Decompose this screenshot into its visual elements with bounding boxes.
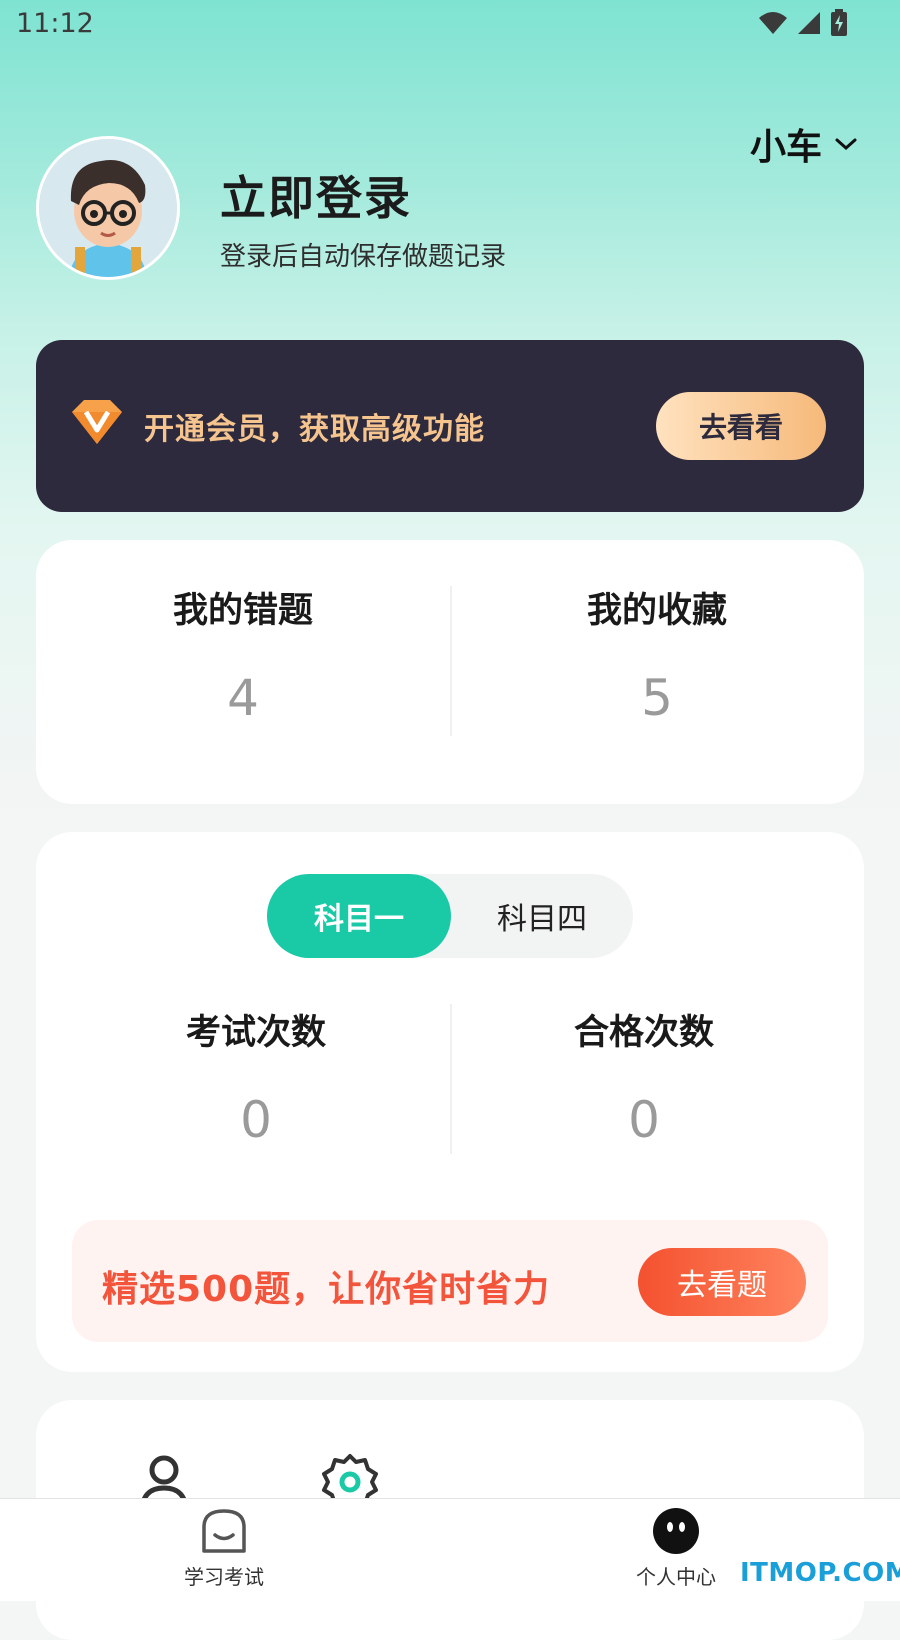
- vip-banner-text: 开通会员，获取高级功能: [144, 412, 485, 447]
- nav-item-personal-center[interactable]: 个人中心: [596, 1507, 756, 1590]
- promo-text: 精选500题，让你省时省力: [102, 1269, 551, 1310]
- login-title[interactable]: 立即登录: [220, 162, 412, 228]
- signal-icon: [798, 12, 820, 34]
- vip-banner[interactable]: 开通会员，获取高级功能 去看看: [36, 340, 864, 512]
- exam-count-label: 考试次数: [185, 1013, 326, 1053]
- subject-tabs: 科目一 科目四: [267, 874, 633, 958]
- my-favorites[interactable]: 我的收藏 5: [450, 582, 864, 727]
- nav-item-study-exam[interactable]: 学习考试: [144, 1507, 304, 1590]
- vehicle-type-dropdown[interactable]: 小车: [750, 118, 858, 170]
- tab-subject-four[interactable]: 科目四: [451, 874, 633, 958]
- face-icon: [653, 1508, 699, 1554]
- status-icons: [758, 8, 848, 38]
- login-subtitle: 登录后自动保存做题记录: [220, 242, 507, 272]
- favorites-label: 我的收藏: [586, 591, 727, 631]
- smile-box-icon: [202, 1509, 246, 1553]
- avatar-cartoon-boy-icon: [39, 139, 177, 277]
- tab-subject-one[interactable]: 科目一: [267, 874, 451, 958]
- exam-count: 考试次数 0: [66, 1004, 446, 1149]
- pass-count-label: 合格次数: [573, 1013, 714, 1053]
- my-records-card: 我的错题 4 我的收藏 5: [36, 540, 864, 804]
- nav-label-personal-center: 个人中心: [636, 1565, 716, 1589]
- pass-count-value: 0: [628, 1091, 660, 1149]
- vehicle-type-label: 小车: [750, 127, 823, 168]
- pass-count: 合格次数 0: [454, 1004, 834, 1149]
- status-time: 11:12: [16, 8, 94, 39]
- nav-label-study-exam: 学习考试: [184, 1565, 264, 1589]
- watermark: ITMOP.COM: [740, 1558, 900, 1588]
- diamond-vip-icon: [72, 400, 122, 444]
- exam-stats-card: 科目一 科目四 考试次数 0 合格次数 0 精选500题，让你省时省力 去看题: [36, 832, 864, 1372]
- avatar[interactable]: [36, 136, 180, 280]
- battery-charging-icon: [831, 9, 847, 36]
- view-questions-button[interactable]: 去看题: [638, 1248, 806, 1316]
- favorites-count: 5: [641, 669, 673, 727]
- my-wrong-questions[interactable]: 我的错题 4: [36, 582, 450, 727]
- exam-count-value: 0: [240, 1091, 272, 1149]
- wifi-icon: [759, 12, 787, 34]
- wrong-questions-label: 我的错题: [172, 591, 313, 631]
- chevron-down-icon: [835, 138, 857, 151]
- selected-questions-promo[interactable]: 精选500题，让你省时省力 去看题: [72, 1220, 828, 1342]
- vip-view-button[interactable]: 去看看: [656, 392, 826, 460]
- divider: [450, 1004, 452, 1154]
- wrong-questions-count: 4: [227, 669, 259, 727]
